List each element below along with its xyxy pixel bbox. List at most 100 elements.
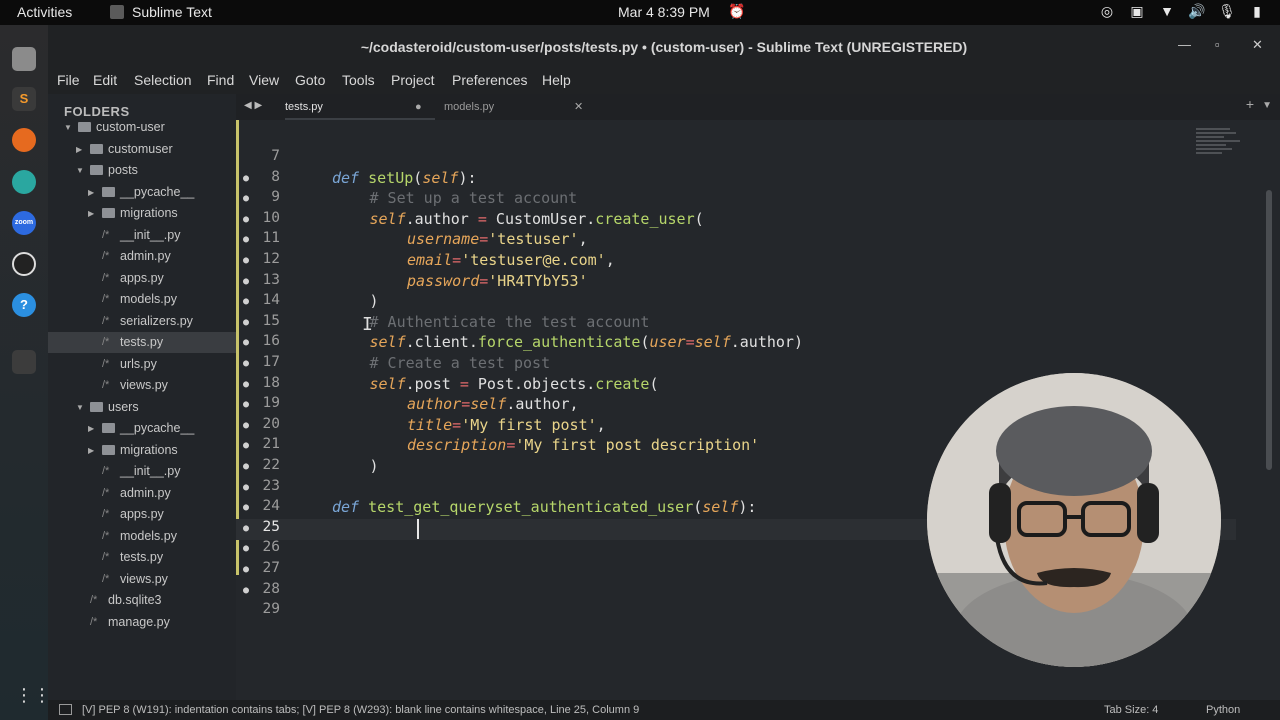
tree-item[interactable]: /* __init__.py xyxy=(48,461,236,482)
syntax-selector[interactable]: Python xyxy=(1206,704,1240,716)
menu-view[interactable]: View xyxy=(249,72,279,88)
activities-button[interactable]: Activities xyxy=(17,4,72,20)
tab-models-py[interactable]: models.py ✕ xyxy=(444,94,594,120)
lint-dot-icon: ● xyxy=(243,461,250,472)
tree-item[interactable]: /* models.py xyxy=(48,526,236,547)
code-token: ( xyxy=(694,209,704,228)
screen-share-icon[interactable]: ▣ xyxy=(1128,3,1146,20)
code-line[interactable]: 7 xyxy=(236,148,1236,169)
tree-item[interactable]: ▶ __pycache__ xyxy=(48,418,236,439)
notification-bell-icon[interactable]: ⏰ xyxy=(728,3,745,20)
code-token: 'testuser' xyxy=(488,230,579,249)
menu-find[interactable]: Find xyxy=(207,72,234,88)
wifi-icon[interactable]: ▼ xyxy=(1158,3,1176,20)
tree-item[interactable]: ▶ __pycache__ xyxy=(48,182,236,203)
line-number: 7 xyxy=(271,148,280,164)
minimize-icon[interactable]: — xyxy=(1178,37,1191,52)
clock[interactable]: Mar 4 8:39 PM xyxy=(618,4,710,20)
code-token: title xyxy=(407,415,453,434)
tree-item[interactable]: /* admin.py xyxy=(48,246,236,267)
code-line[interactable]: ● 9 # Set up a test account xyxy=(236,189,1236,210)
code-line[interactable]: ● 8 def setUp(self): xyxy=(236,169,1236,190)
sublime-text-icon[interactable]: S xyxy=(12,87,36,111)
menu-project[interactable]: Project xyxy=(391,72,435,88)
slack-icon[interactable] xyxy=(12,170,36,194)
menu-selection[interactable]: Selection xyxy=(134,72,192,88)
status-icon[interactable]: ◎ xyxy=(1098,3,1116,20)
close-tab-icon[interactable]: ✕ xyxy=(574,94,583,120)
tab-list-icon[interactable]: ▼ xyxy=(1262,100,1272,111)
tree-item[interactable]: /* serializers.py xyxy=(48,311,236,332)
tree-item[interactable]: /* db.sqlite3 xyxy=(48,590,236,611)
menu-preferences[interactable]: Preferences xyxy=(452,72,527,88)
microphone-icon[interactable]: 🎙 xyxy=(1218,3,1236,20)
tree-item[interactable]: ▼ users xyxy=(48,397,236,418)
tree-item[interactable]: /* views.py xyxy=(48,375,236,396)
modified-dot-icon[interactable]: ● xyxy=(415,94,422,120)
firefox-icon[interactable] xyxy=(12,128,36,152)
tree-item[interactable]: ▼ posts xyxy=(48,160,236,181)
collapse-arrow-icon[interactable]: ▶ xyxy=(76,139,82,160)
menu-file[interactable]: File xyxy=(57,72,80,88)
obs-icon[interactable] xyxy=(12,252,36,276)
expand-arrow-icon[interactable]: ▼ xyxy=(64,117,72,138)
expand-arrow-icon[interactable]: ▼ xyxy=(76,160,84,181)
vertical-scrollbar[interactable] xyxy=(1266,190,1272,470)
tree-item[interactable]: /* manage.py xyxy=(48,612,236,633)
tree-item[interactable]: ▶ customuser xyxy=(48,139,236,160)
menu-tools[interactable]: Tools xyxy=(342,72,375,88)
code-line[interactable]: ● 13 password='HR4TYbY53' xyxy=(236,272,1236,293)
tree-item[interactable]: ▶ migrations xyxy=(48,440,236,461)
menu-edit[interactable]: Edit xyxy=(93,72,117,88)
tree-item[interactable]: /* models.py xyxy=(48,289,236,310)
terminal-icon[interactable] xyxy=(12,350,36,374)
maximize-icon[interactable]: ▫ xyxy=(1215,37,1220,52)
tree-item[interactable]: /* __init__.py xyxy=(48,225,236,246)
code-line[interactable]: ● 10 self.author = CustomUser.create_user( xyxy=(236,210,1236,231)
tree-item[interactable]: ▶ migrations xyxy=(48,203,236,224)
app-menu[interactable]: Sublime Text xyxy=(110,4,212,20)
collapse-arrow-icon[interactable]: ▶ xyxy=(88,418,94,439)
title-bar[interactable]: ~/codasteroid/custom-user/posts/tests.py… xyxy=(48,25,1280,68)
volume-icon[interactable]: 🔊 xyxy=(1188,3,1206,20)
tree-item[interactable]: ▼ custom-user xyxy=(48,117,236,138)
panel-toggle-icon[interactable] xyxy=(59,704,72,715)
code-line[interactable]: ● 17 # Create a test post xyxy=(236,354,1236,375)
folder-icon xyxy=(102,208,115,218)
collapse-arrow-icon[interactable]: ▶ xyxy=(88,440,94,461)
help-icon[interactable]: ? xyxy=(12,293,36,317)
menu-goto[interactable]: Goto xyxy=(295,72,325,88)
file-icon: /* xyxy=(102,508,110,520)
zoom-icon[interactable]: zoom xyxy=(12,211,36,235)
tree-item[interactable]: /* urls.py xyxy=(48,354,236,375)
code-token: 'My first post description' xyxy=(515,436,760,455)
files-icon[interactable] xyxy=(12,47,36,71)
code-line[interactable]: ● 14) xyxy=(236,292,1236,313)
menu-help[interactable]: Help xyxy=(542,72,571,88)
tree-item[interactable]: /* tests.py xyxy=(48,547,236,568)
code-token: , xyxy=(578,230,588,249)
tab-tests-py[interactable]: tests.py ● xyxy=(285,94,435,120)
lint-dot-icon: ● xyxy=(243,255,250,266)
tree-item[interactable]: /* apps.py xyxy=(48,504,236,525)
tab-size-selector[interactable]: Tab Size: 4 xyxy=(1104,704,1158,716)
code-token: create_user xyxy=(595,209,695,228)
tree-item[interactable]: /* admin.py xyxy=(48,483,236,504)
code-line[interactable]: ● 12 email='testuser@e.com', xyxy=(236,251,1236,272)
code-line[interactable]: ● 16 self.client.force_authenticate(user=s… xyxy=(236,333,1236,354)
system-tray[interactable]: ◎ ▣ ▼ 🔊 🎙 ▮ xyxy=(1098,3,1266,20)
code-text: title='My first post', xyxy=(407,416,606,434)
minimap[interactable] xyxy=(1196,126,1246,171)
tree-item[interactable]: /* tests.py xyxy=(48,332,236,353)
new-tab-icon[interactable]: + xyxy=(1246,96,1254,112)
collapse-arrow-icon[interactable]: ▶ xyxy=(88,182,94,203)
close-icon[interactable]: ✕ xyxy=(1252,37,1263,53)
code-line[interactable]: ● 15 # Authenticate the test account xyxy=(236,313,1236,334)
expand-arrow-icon[interactable]: ▼ xyxy=(76,397,84,418)
tree-item[interactable]: /* apps.py xyxy=(48,268,236,289)
code-line[interactable]: ● 11 username='testuser', xyxy=(236,230,1236,251)
battery-icon[interactable]: ▮ xyxy=(1248,3,1266,20)
tab-nav-arrows-icon[interactable]: ◀ ▶ xyxy=(244,100,262,111)
tree-item[interactable]: /* views.py xyxy=(48,569,236,590)
collapse-arrow-icon[interactable]: ▶ xyxy=(88,203,94,224)
